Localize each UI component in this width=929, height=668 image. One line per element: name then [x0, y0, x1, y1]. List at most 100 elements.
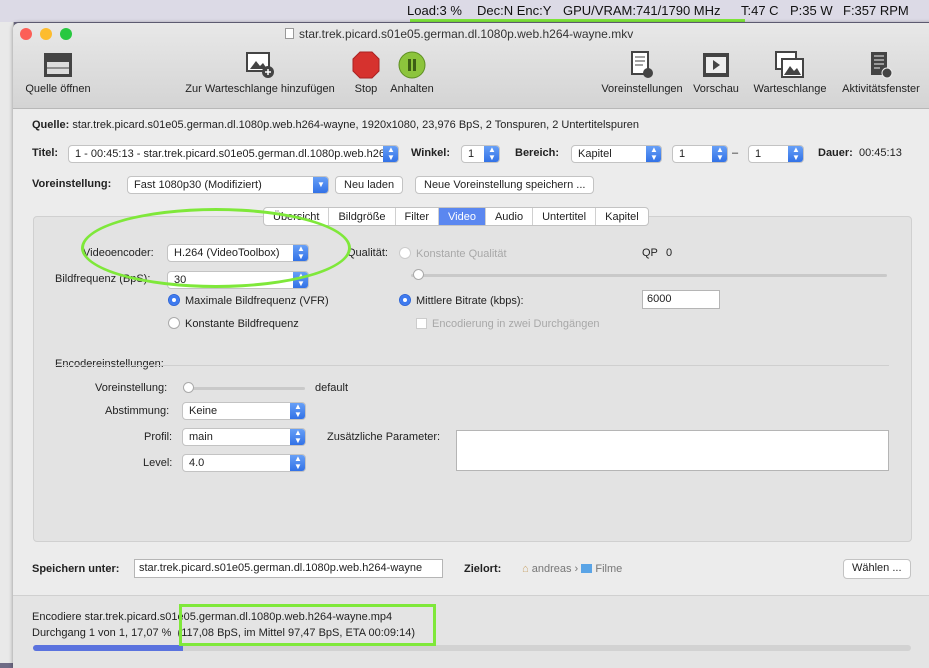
minimize-button[interactable] — [40, 28, 52, 40]
cfr-radio[interactable]: Konstante Bildfrequenz — [168, 317, 299, 330]
power-readout: P:35 W — [790, 3, 833, 18]
slider-knob[interactable] — [183, 382, 194, 393]
chevron-updown-icon: ▲ ▼ — [383, 146, 398, 162]
zoom-button[interactable] — [60, 28, 72, 40]
title-label: Titel: — [32, 147, 59, 159]
annotation-ellipse — [81, 208, 351, 288]
preset-select[interactable]: Fast 1080p30 (Modifiziert) ▼ — [127, 176, 329, 194]
radio-icon — [399, 247, 411, 259]
filename-input[interactable]: star.trek.picard.s01e05.german.dl.1080p.… — [134, 559, 443, 578]
save-new-preset-button[interactable]: Neue Voreinstellung speichern ... — [415, 176, 595, 194]
radio-icon — [168, 317, 180, 329]
film-play-icon — [687, 51, 745, 79]
preview-button[interactable]: Vorschau — [687, 51, 745, 95]
open-source-button[interactable]: Quelle öffnen — [18, 51, 98, 95]
dest-home: andreas — [531, 563, 572, 575]
angle-select[interactable]: 1 ▲ ▼ — [461, 145, 500, 163]
pause-button[interactable]: Anhalten — [385, 51, 439, 95]
tab-chapters[interactable]: Kapitel — [596, 208, 648, 225]
slider-knob[interactable] — [413, 269, 424, 280]
title-select[interactable]: 1 - 00:45:13 - star.trek.picard.s01e05.g… — [68, 145, 399, 163]
avg-bitrate-radio[interactable]: Mittlere Bitrate (kbps): — [399, 294, 524, 307]
close-button[interactable] — [20, 28, 32, 40]
encoder-settings-heading: Encodereinstellungen: — [55, 358, 164, 370]
extra-params-input[interactable] — [456, 430, 889, 471]
profile-label: Profil: — [144, 431, 173, 443]
label: Aktivitätsfenster — [842, 83, 920, 95]
quality-slider[interactable] — [411, 269, 887, 280]
temp-readout: T:47 C — [741, 3, 779, 18]
level-select[interactable]: 4.0 ▲ ▼ — [182, 454, 306, 472]
progress-bar — [33, 645, 911, 651]
profile-value: main — [189, 431, 213, 443]
range-from-value: 1 — [679, 148, 686, 160]
activity-log-icon — [835, 51, 927, 79]
tab-filter[interactable]: Filter — [396, 208, 439, 225]
add-picture-icon — [175, 51, 345, 79]
enc-preset-slider[interactable] — [183, 382, 305, 393]
range-separator: – — [732, 147, 739, 159]
activity-window-button[interactable]: Aktivitätsfenster — [835, 51, 927, 95]
label: Anhalten — [390, 83, 434, 95]
title-value: 1 - 00:45:13 - star.trek.picard.s01e05.g… — [75, 148, 399, 160]
angle-label: Winkel: — [411, 147, 451, 159]
choose-button[interactable]: Wählen ... — [843, 559, 911, 579]
folder-icon — [581, 564, 593, 573]
tune-value: Keine — [189, 405, 218, 417]
window-title: star.trek.picard.s01e05.german.dl.1080p.… — [285, 27, 633, 41]
pause-icon — [385, 51, 439, 79]
divider — [55, 365, 889, 366]
qp-value: 0 — [666, 247, 673, 259]
annotation-box — [179, 604, 436, 646]
queue-button[interactable]: Warteschlange — [747, 51, 833, 95]
duration-label: Dauer: — [818, 147, 853, 159]
two-pass-label: Encodierung in zwei Durchgängen — [432, 318, 600, 330]
progress-fill — [33, 645, 183, 651]
tab-audio[interactable]: Audio — [486, 208, 534, 225]
destination-label: Zielort: — [464, 563, 502, 575]
range-to-select[interactable]: 1 ▲ ▼ — [748, 145, 804, 163]
tab-subtitles[interactable]: Untertitel — [533, 208, 597, 225]
avg-bitrate-label: Mittlere Bitrate (kbps): — [416, 295, 524, 307]
range-label: Bereich: — [515, 147, 560, 159]
bitrate-input[interactable]: 6000 — [642, 290, 720, 309]
tab-dimensions[interactable]: Bildgröße — [329, 208, 396, 225]
vfr-radio[interactable]: Maximale Bildfrequenz (VFR) — [168, 294, 329, 307]
handbrake-window: star.trek.picard.s01e05.german.dl.1080p.… — [13, 23, 929, 668]
dest-folder: Filme — [595, 563, 623, 575]
dec-enc-readout: Dec:N Enc:Y — [477, 3, 552, 18]
chevron-updown-icon: ▲ ▼ — [290, 429, 305, 445]
source-label: Quelle: — [32, 119, 70, 131]
level-label: Level: — [143, 457, 173, 469]
vfr-label: Maximale Bildfrequenz (VFR) — [185, 295, 329, 307]
clapperboard-icon — [18, 51, 98, 79]
extra-params-label: Zusätzliche Parameter: — [327, 431, 441, 443]
label: Stop — [354, 83, 378, 95]
checkbox-icon — [416, 318, 427, 329]
reload-button[interactable]: Neu laden — [335, 176, 404, 194]
fan-readout: F:357 RPM — [843, 3, 909, 18]
presets-button[interactable]: Voreinstellungen — [597, 51, 687, 95]
range-from-select[interactable]: 1 ▲ ▼ — [672, 145, 728, 163]
radio-icon — [168, 294, 180, 306]
qp-label: QP — [642, 247, 658, 259]
home-icon: ⌂ — [522, 563, 529, 575]
angle-value: 1 — [468, 148, 475, 160]
chevron-updown-icon: ▲ ▼ — [290, 403, 305, 419]
dest-sep: › — [574, 563, 579, 575]
add-to-queue-button[interactable]: Zur Warteschlange hinzufügen — [175, 51, 345, 95]
range-type-value: Kapitel — [578, 148, 612, 160]
two-pass-checkbox[interactable]: Encodierung in zwei Durchgängen — [416, 318, 600, 330]
tune-select[interactable]: Keine ▲ ▼ — [182, 402, 306, 420]
annotation-underline — [410, 19, 745, 22]
chevron-updown-icon: ▲ ▼ — [484, 146, 499, 162]
duration-value: 00:45:13 — [859, 147, 902, 159]
file-icon — [285, 28, 294, 39]
range-type-select[interactable]: Kapitel ▲ ▼ — [571, 145, 662, 163]
tab-video[interactable]: Video — [439, 208, 486, 225]
destination-path[interactable]: ⌂ andreas › Filme — [522, 563, 622, 575]
source-info: Quelle: star.trek.picard.s01e05.german.d… — [32, 119, 639, 131]
stop-button[interactable]: Stop — [347, 51, 385, 95]
profile-select[interactable]: main ▲ ▼ — [182, 428, 306, 446]
const-quality-radio[interactable]: Konstante Qualität — [399, 247, 507, 260]
